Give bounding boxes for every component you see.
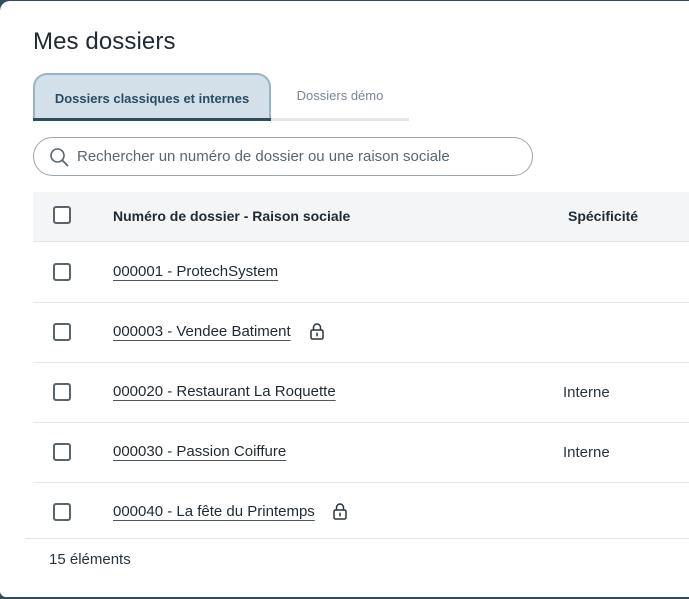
lock-icon: [310, 323, 324, 340]
dossier-link[interactable]: 000003 - Vendee Batiment: [113, 323, 291, 340]
table-footer-divider: [25, 538, 689, 539]
row-checkbox[interactable]: [53, 383, 71, 401]
table-row: 000001 - ProtechSystem: [33, 242, 689, 303]
active-tab-indicator: [33, 118, 271, 121]
row-checkbox[interactable]: [53, 443, 71, 461]
specificite-cell: Interne: [563, 444, 610, 461]
dossier-link[interactable]: 000040 - La fête du Printemps: [113, 503, 315, 520]
tab-dossiers-classiques[interactable]: Dossiers classiques et internes: [33, 73, 271, 121]
row-checkbox[interactable]: [53, 323, 71, 341]
dossier-link[interactable]: 000030 - Passion Coiffure: [113, 443, 286, 460]
item-count: 15 éléments: [49, 551, 131, 568]
row-checkbox[interactable]: [53, 263, 71, 281]
table-row: 000030 - Passion Coiffure Interne: [33, 422, 689, 483]
column-header-dossier[interactable]: Numéro de dossier - Raison sociale: [113, 208, 350, 224]
tab-dossiers-demo[interactable]: Dossiers démo: [271, 73, 409, 118]
dossier-link[interactable]: 000020 - Restaurant La Roquette: [113, 383, 336, 400]
table-row: 000003 - Vendee Batiment: [33, 302, 689, 363]
search-input[interactable]: [75, 147, 519, 166]
dossiers-panel: Mes dossiers Dossiers classiques et inte…: [0, 1, 689, 597]
search-bar: [33, 137, 533, 176]
dossier-link[interactable]: 000001 - ProtechSystem: [113, 263, 278, 280]
select-all-checkbox[interactable]: [53, 206, 71, 224]
table-row: 000020 - Restaurant La Roquette Interne: [33, 362, 689, 423]
column-header-specificite[interactable]: Spécificité: [568, 208, 638, 224]
specificite-cell: Interne: [563, 384, 610, 401]
table-header: Numéro de dossier - Raison sociale Spéci…: [33, 192, 689, 242]
page-title: Mes dossiers: [33, 28, 176, 55]
row-checkbox[interactable]: [53, 503, 71, 521]
search-icon: [50, 147, 69, 166]
table-row: 000040 - La fête du Printemps: [33, 482, 689, 538]
lock-icon: [333, 503, 347, 520]
